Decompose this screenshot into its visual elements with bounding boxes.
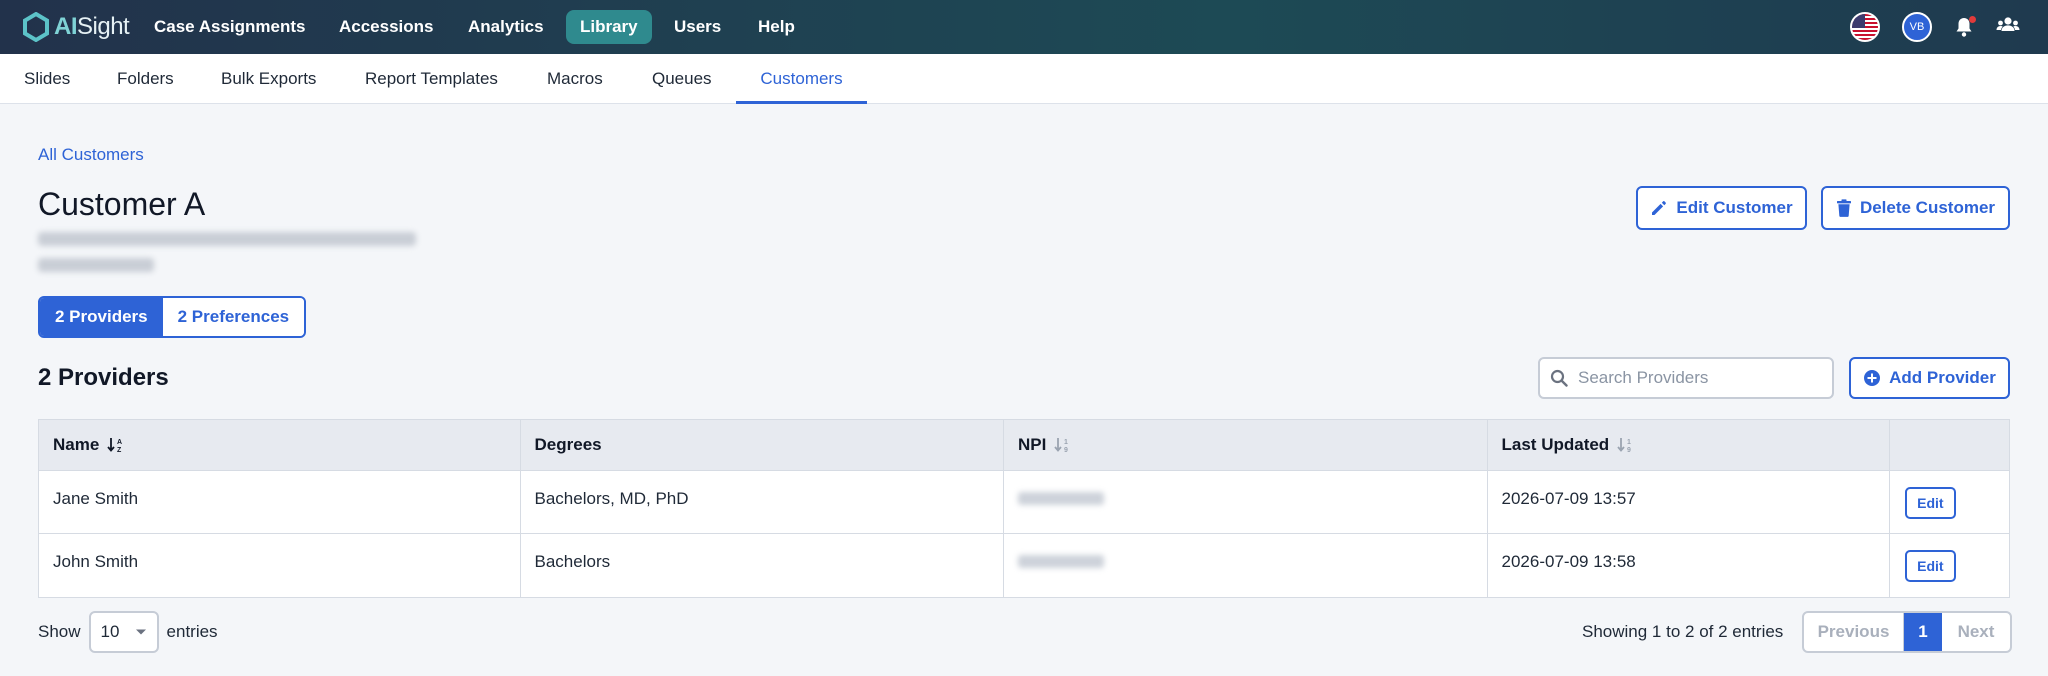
notification-dot — [1969, 16, 1976, 23]
delete-customer-button[interactable]: Delete Customer — [1821, 186, 2010, 230]
search-input[interactable] — [1578, 368, 1818, 388]
column-name[interactable]: Name A Z — [39, 420, 521, 470]
column-npi[interactable]: NPI 1 9 — [1004, 420, 1488, 470]
chevron-down-icon — [135, 629, 146, 635]
pencil-icon — [1652, 201, 1667, 215]
cell-npi — [1004, 534, 1488, 597]
nav-analytics[interactable]: Analytics — [454, 10, 558, 44]
showing-entries-text: Showing 1 to 2 of 2 entries — [1582, 622, 1784, 641]
edit-customer-label: Edit Customer — [1676, 198, 1793, 217]
edit-customer-button[interactable]: Edit Customer — [1636, 186, 1807, 230]
nav-case-assignments[interactable]: Case Assignments — [140, 10, 319, 44]
svg-text:1: 1 — [1064, 439, 1068, 446]
tab-folders[interactable]: Folders — [117, 54, 174, 104]
users-icon[interactable] — [1996, 15, 2020, 40]
column-last-updated[interactable]: Last Updated 1 9 — [1488, 420, 1891, 470]
tab-providers[interactable]: 2 Providers — [40, 298, 163, 336]
entries-label: entries — [166, 622, 218, 641]
next-page-button[interactable]: Next — [1942, 613, 2010, 651]
tab-slides[interactable]: Slides — [24, 54, 70, 104]
page-size-select[interactable]: 10 — [88, 611, 159, 653]
cell-last-updated: 2026-07-09 13:57 — [1488, 471, 1891, 533]
delete-customer-label: Delete Customer — [1859, 198, 1996, 217]
pagination: Previous 1 Next — [1802, 611, 2012, 653]
sort-numeric-icon: 1 9 — [1054, 438, 1068, 454]
nav-help[interactable]: Help — [744, 10, 809, 44]
page-size-control: Show 10 entries — [38, 611, 218, 653]
user-avatar[interactable]: VB — [1902, 12, 1932, 42]
nav-library[interactable]: Library — [566, 10, 652, 44]
logo-text: AISight — [54, 13, 130, 40]
page-size-value: 10 — [100, 622, 120, 641]
svg-text:Z: Z — [117, 447, 122, 454]
column-degrees: Degrees — [521, 420, 1005, 470]
cell-actions: Edit — [1890, 534, 2009, 597]
breadcrumb-all-customers[interactable]: All Customers — [38, 145, 144, 165]
providers-table: Name A Z Degrees NPI 1 9 Last Updated 1 … — [38, 419, 2010, 598]
search-icon — [1550, 369, 1568, 387]
svg-text:9: 9 — [1627, 447, 1631, 454]
tab-report-templates[interactable]: Report Templates — [365, 54, 498, 104]
redacted-npi — [1018, 492, 1105, 505]
svg-text:1: 1 — [1627, 439, 1631, 446]
tab-bulk-exports[interactable]: Bulk Exports — [221, 54, 316, 104]
nav-users[interactable]: Users — [660, 10, 735, 44]
column-name-label: Name — [53, 435, 100, 454]
library-subnav: Slides Folders Bulk Exports Report Templ… — [0, 54, 2048, 104]
tab-queues[interactable]: Queues — [652, 54, 712, 104]
cell-name: John Smith — [39, 534, 521, 597]
bell-icon[interactable] — [1954, 16, 1976, 38]
sort-alpha-icon: A Z — [107, 438, 122, 454]
cell-last-updated: 2026-07-09 13:58 — [1488, 534, 1891, 597]
redacted-npi — [1018, 555, 1105, 568]
column-last-updated-label: Last Updated — [1501, 435, 1610, 454]
edit-provider-button[interactable]: Edit — [1905, 487, 1956, 519]
page-title: Customer A — [38, 186, 206, 222]
cell-degrees: Bachelors, MD, PhD — [521, 471, 1005, 533]
tab-customers[interactable]: Customers — [736, 54, 867, 104]
previous-page-button[interactable]: Previous — [1804, 613, 1904, 651]
edit-provider-button[interactable]: Edit — [1905, 550, 1956, 582]
trash-icon — [1836, 199, 1851, 217]
column-npi-label: NPI — [1018, 435, 1047, 454]
table-row: Jane Smith Bachelors, MD, PhD 2026-07-09… — [39, 471, 2009, 534]
add-provider-label: Add Provider — [1889, 368, 1996, 387]
aisight-logo[interactable]: AISight — [22, 11, 130, 43]
nav-accessions[interactable]: Accessions — [325, 10, 448, 44]
redacted-phone — [38, 258, 154, 272]
tab-macros[interactable]: Macros — [547, 54, 603, 104]
plus-circle-icon — [1864, 370, 1881, 386]
table-header: Name A Z Degrees NPI 1 9 Last Updated 1 … — [39, 420, 2009, 471]
table-row: John Smith Bachelors 2026-07-09 13:58 Ed… — [39, 534, 2009, 597]
column-actions — [1890, 420, 2009, 470]
add-provider-button[interactable]: Add Provider — [1849, 357, 2010, 399]
sort-numeric-icon: 1 9 — [1617, 438, 1631, 454]
search-providers — [1538, 357, 1834, 399]
tab-preferences[interactable]: 2 Preferences — [162, 298, 305, 336]
cell-npi — [1004, 471, 1488, 533]
us-flag-icon[interactable] — [1850, 12, 1880, 42]
cell-actions: Edit — [1890, 471, 2009, 533]
svg-text:A: A — [117, 439, 122, 446]
page-1-button[interactable]: 1 — [1904, 613, 1942, 651]
cell-degrees: Bachelors — [521, 534, 1005, 597]
section-title: 2 Providers — [38, 364, 169, 391]
column-degrees-label: Degrees — [534, 435, 602, 454]
svg-text:9: 9 — [1064, 447, 1068, 454]
hexagon-logo-icon — [23, 12, 49, 42]
redacted-address — [38, 232, 416, 246]
show-label: Show — [38, 622, 81, 641]
top-navbar: AISight Case Assignments Accessions Anal… — [0, 0, 2048, 54]
cell-name: Jane Smith — [39, 471, 521, 533]
provider-preference-toggle: 2 Providers 2 Preferences — [38, 296, 307, 338]
